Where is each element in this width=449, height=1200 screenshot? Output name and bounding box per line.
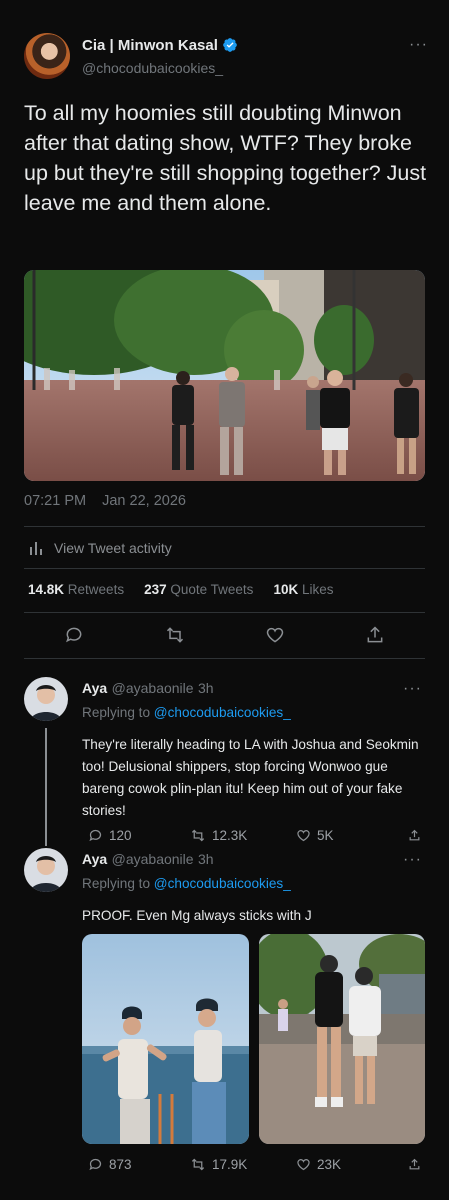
share-icon[interactable] xyxy=(365,625,385,645)
tweet-timestamp[interactable]: 07:21 PM Jan 22, 2026 xyxy=(24,493,186,509)
more-icon[interactable]: ··· xyxy=(403,851,422,869)
reply-age: 3h xyxy=(198,680,214,696)
reply-button[interactable]: 873 xyxy=(88,1157,132,1172)
reply-photo-1[interactable] xyxy=(82,934,249,1144)
reply-actions: 120 12.3K 5K xyxy=(82,826,422,846)
reply-actions: 873 17.9K 23K xyxy=(82,1155,422,1175)
like-button[interactable]: 23K xyxy=(296,1157,341,1172)
author-name[interactable]: Cia | Minwon Kasal xyxy=(82,37,238,54)
reply-text: PROOF. Even Mg always sticks with J xyxy=(82,908,312,923)
retweet-button[interactable]: 17.9K xyxy=(190,1157,247,1172)
verified-badge-icon xyxy=(222,37,238,53)
more-icon[interactable]: ··· xyxy=(409,36,428,54)
view-activity-link[interactable]: View Tweet activity xyxy=(30,540,172,556)
reply-header: Aya @ayabaonile 3h xyxy=(82,851,214,869)
divider xyxy=(24,658,425,659)
share-icon[interactable] xyxy=(408,1158,421,1171)
reply-avatar[interactable] xyxy=(24,677,68,721)
activity-bars-icon xyxy=(30,541,42,555)
reply-age: 3h xyxy=(198,851,214,867)
tweet-photo[interactable] xyxy=(24,270,425,481)
like-icon[interactable] xyxy=(265,625,285,645)
reply-button[interactable]: 120 xyxy=(88,828,132,843)
retweets-stat[interactable]: 14.8K Retweets xyxy=(28,582,124,597)
reply-icon[interactable] xyxy=(64,625,84,645)
retweet-button[interactable]: 12.3K xyxy=(190,828,247,843)
more-icon[interactable]: ··· xyxy=(403,680,422,698)
thread-line xyxy=(45,728,47,846)
replying-to: Replying to @chocodubaicookies_ xyxy=(82,705,291,720)
activity-label: View Tweet activity xyxy=(54,540,172,556)
replying-to-link[interactable]: @chocodubaicookies_ xyxy=(154,876,291,891)
author-avatar[interactable] xyxy=(24,33,70,79)
reply-author-name[interactable]: Aya xyxy=(82,680,107,696)
reply-photo-2[interactable] xyxy=(259,934,425,1144)
replying-to: Replying to @chocodubaicookies_ xyxy=(82,876,291,891)
divider xyxy=(24,568,425,569)
reply-avatar[interactable] xyxy=(24,848,68,892)
reply-author-name[interactable]: Aya xyxy=(82,851,107,867)
reply-author-handle[interactable]: @ayabaonile xyxy=(112,851,194,867)
author-display-name: Cia | Minwon Kasal xyxy=(82,37,218,54)
reply-header: Aya @ayabaonile 3h xyxy=(82,680,214,698)
share-icon[interactable] xyxy=(408,829,421,842)
tweet-date: Jan 22, 2026 xyxy=(102,493,186,509)
likes-stat[interactable]: 10K Likes xyxy=(273,582,333,597)
tweet-time: 07:21 PM xyxy=(24,493,87,509)
like-button[interactable]: 5K xyxy=(296,828,334,843)
divider xyxy=(24,612,425,613)
replying-to-link[interactable]: @chocodubaicookies_ xyxy=(154,705,291,720)
reply-author-handle[interactable]: @ayabaonile xyxy=(112,680,194,696)
tweet-stats: 14.8K Retweets 237 Quote Tweets 10K Like… xyxy=(28,582,333,597)
tweet-actions xyxy=(24,620,425,650)
divider xyxy=(24,526,425,527)
retweet-icon[interactable] xyxy=(164,625,186,645)
author-handle[interactable]: @chocodubaicookies_ xyxy=(82,60,223,76)
tweet-text: To all my hoomies still doubting Minwon … xyxy=(24,101,427,215)
reply-text: They're literally heading to LA with Jos… xyxy=(82,737,419,818)
quotes-stat[interactable]: 237 Quote Tweets xyxy=(144,582,253,597)
